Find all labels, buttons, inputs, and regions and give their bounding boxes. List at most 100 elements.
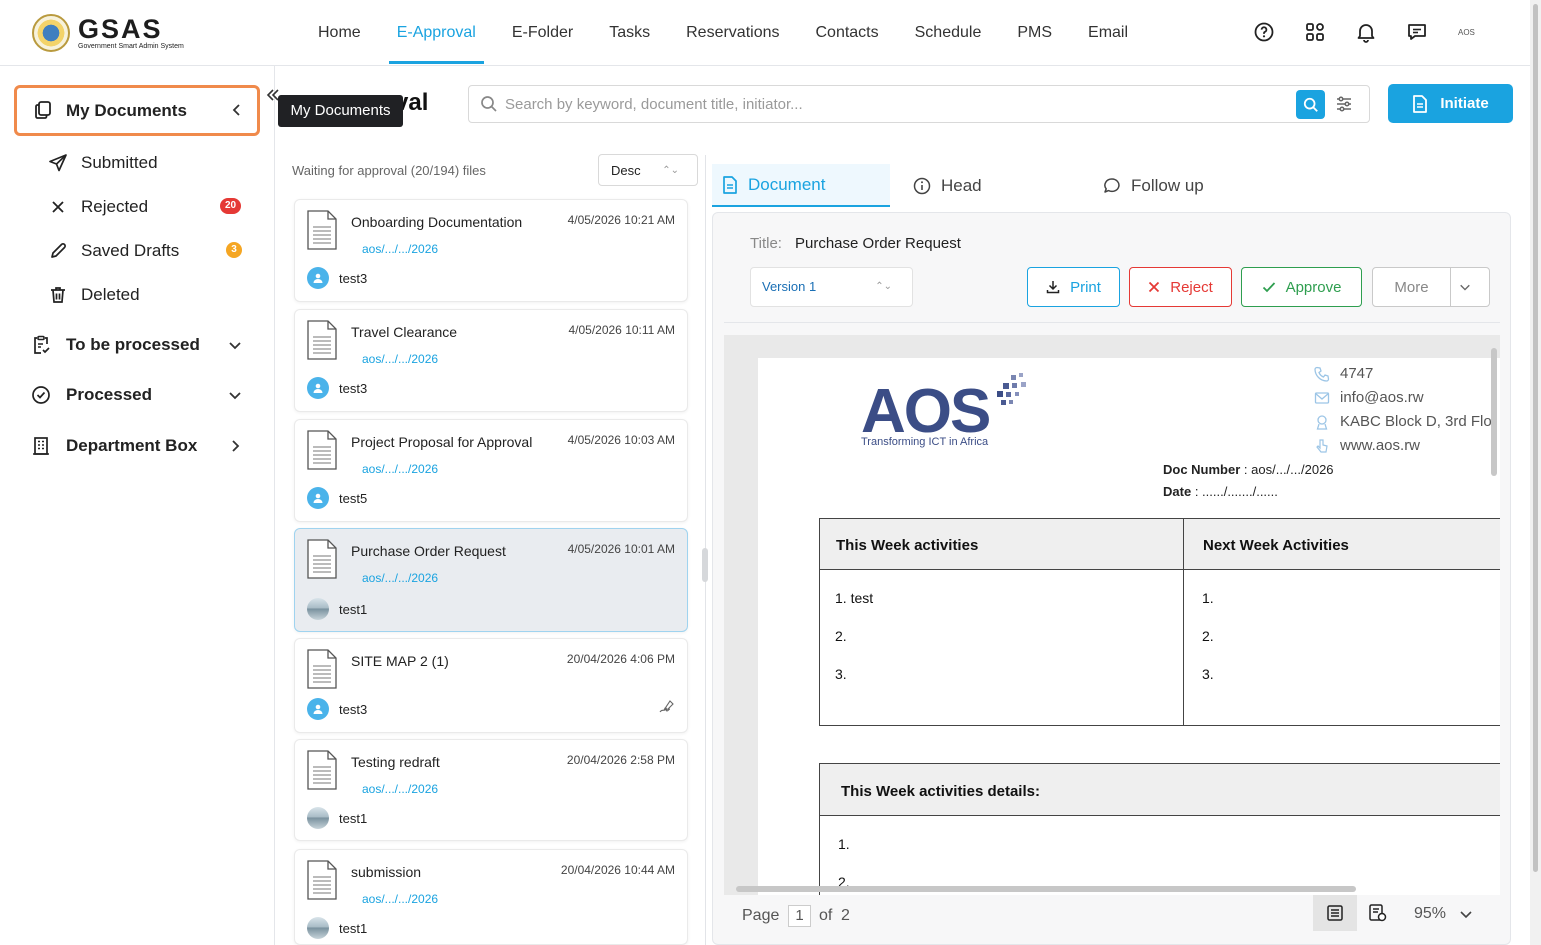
viewer-vertical-scrollbar[interactable] bbox=[1491, 338, 1499, 886]
building-icon bbox=[31, 436, 51, 456]
chevron-left-icon bbox=[230, 103, 244, 117]
approve-button[interactable]: Approve bbox=[1241, 267, 1362, 307]
signature-icon bbox=[659, 700, 675, 714]
page-number-input[interactable]: 1 bbox=[788, 905, 811, 927]
filter-settings-icon[interactable] bbox=[1335, 95, 1353, 113]
apps-grid-icon[interactable] bbox=[1301, 18, 1329, 46]
top-bar: GSAS Government Smart Admin System Home … bbox=[0, 0, 1530, 66]
search-button[interactable] bbox=[1296, 90, 1325, 119]
comment-icon bbox=[1103, 177, 1131, 195]
nav-email[interactable]: Email bbox=[1070, 0, 1146, 66]
company-name: AOS bbox=[861, 377, 991, 446]
item-initiator: test1 bbox=[307, 598, 367, 620]
version-select[interactable]: Version 1 ⌃⌄ bbox=[750, 267, 913, 307]
gsas-logo[interactable]: GSAS Government Smart Admin System bbox=[32, 14, 184, 52]
sidebar-item-my-documents[interactable]: My Documents bbox=[14, 85, 260, 136]
file-icon bbox=[306, 860, 338, 900]
website-text: www.aos.rw bbox=[1340, 437, 1421, 454]
file-icon bbox=[306, 320, 338, 360]
sidebar: My Documents Submitted Rejected 20 Saved… bbox=[0, 66, 275, 945]
pointer-icon bbox=[1316, 438, 1328, 453]
zoom-chevron-down-icon[interactable] bbox=[1459, 907, 1473, 921]
tooltip: My Documents bbox=[278, 95, 403, 127]
table-header: This Week activities details: bbox=[819, 763, 1500, 816]
item-date: 4/05/2026 10:21 AM bbox=[567, 213, 675, 227]
tab-document[interactable]: Document bbox=[712, 164, 890, 207]
viewer-horizontal-scrollbar[interactable] bbox=[736, 886, 1356, 892]
page-scrollbar[interactable] bbox=[1530, 0, 1541, 945]
more-button[interactable]: More bbox=[1372, 267, 1451, 307]
doc-date-label: Date bbox=[1163, 484, 1192, 499]
logo-dots-icon bbox=[997, 373, 1026, 405]
doc-date: Date : ....../......./...... bbox=[1163, 484, 1278, 499]
next-week-cell: 1. 2. 3. bbox=[1183, 569, 1500, 726]
sidebar-item-label: My Documents bbox=[66, 101, 187, 120]
profile-avatar[interactable]: AOS bbox=[1458, 28, 1475, 37]
help-icon[interactable] bbox=[1250, 18, 1278, 46]
more-dropdown-button[interactable] bbox=[1450, 267, 1490, 307]
tab-head[interactable]: Head bbox=[913, 164, 982, 207]
clipboard-pending-icon bbox=[31, 335, 51, 355]
sidebar-item-to-be-processed[interactable]: To be processed bbox=[31, 331, 261, 359]
table-header: This Week activities bbox=[819, 518, 1184, 570]
sidebar-item-saved-drafts[interactable]: Saved Drafts 3 bbox=[48, 237, 258, 265]
document-icon bbox=[722, 175, 748, 194]
sidebar-item-department-box[interactable]: Department Box bbox=[31, 432, 261, 460]
sidebar-item-deleted[interactable]: Deleted bbox=[48, 281, 258, 309]
nav-contacts[interactable]: Contacts bbox=[797, 0, 896, 66]
nav-home[interactable]: Home bbox=[300, 0, 379, 66]
sidebar-item-submitted[interactable]: Submitted bbox=[48, 149, 258, 177]
tab-follow-up[interactable]: Follow up bbox=[1103, 164, 1204, 207]
contact-phone: 4747 bbox=[1314, 365, 1373, 382]
chevron-down-icon bbox=[228, 388, 242, 402]
info-icon bbox=[913, 177, 941, 195]
nav-reservations[interactable]: Reservations bbox=[668, 0, 797, 66]
list-item[interactable]: Testing redraft 20/04/2026 2:58 PM aos/...… bbox=[294, 739, 688, 841]
item-title: submission bbox=[351, 864, 422, 880]
single-page-view-icon[interactable] bbox=[1313, 895, 1357, 931]
list-item[interactable]: Purchase Order Request 4/05/2026 10:01 AM… bbox=[294, 528, 688, 632]
nav-e-approval[interactable]: E-Approval bbox=[379, 0, 494, 66]
nav-pms[interactable]: PMS bbox=[999, 0, 1070, 66]
rwanda-seal-icon bbox=[32, 14, 70, 52]
item-date: 4/05/2026 10:03 AM bbox=[567, 433, 675, 447]
item-title: SITE MAP 2 (1) bbox=[351, 653, 449, 669]
list-item[interactable]: Travel Clearance 4/05/2026 10:11 AM aos/..… bbox=[294, 309, 688, 412]
document-viewer[interactable]: AOS Transforming ICT in Africa 4747 info… bbox=[724, 335, 1500, 895]
chevron-down-icon bbox=[228, 338, 242, 352]
approve-label: Approve bbox=[1285, 278, 1342, 296]
document-settings-icon[interactable] bbox=[1368, 903, 1388, 923]
list-item[interactable]: SITE MAP 2 (1) 20/04/2026 4:06 PM test3 bbox=[294, 638, 688, 733]
address-text: KABC Block D, 3rd Flo bbox=[1340, 413, 1492, 430]
sort-select[interactable]: Desc ⌃⌄ bbox=[598, 154, 698, 186]
list-item: 2. bbox=[1202, 628, 1214, 644]
nav-schedule[interactable]: Schedule bbox=[897, 0, 1000, 66]
chat-icon[interactable] bbox=[1403, 18, 1431, 46]
detail-tabs: Document Head Follow up bbox=[712, 164, 1510, 208]
print-button[interactable]: Print bbox=[1027, 267, 1120, 307]
item-title: Onboarding Documentation bbox=[351, 214, 523, 230]
document-icon bbox=[1412, 94, 1428, 113]
sidebar-item-processed[interactable]: Processed bbox=[31, 381, 261, 409]
bell-icon[interactable] bbox=[1352, 18, 1380, 46]
contact-website: www.aos.rw bbox=[1314, 437, 1420, 454]
nav-tasks[interactable]: Tasks bbox=[591, 0, 668, 66]
search-input[interactable] bbox=[505, 86, 1285, 122]
chevron-down-icon bbox=[1459, 281, 1481, 293]
email-text: info@aos.rw bbox=[1340, 389, 1424, 406]
nav-e-folder[interactable]: E-Folder bbox=[494, 0, 591, 66]
initiate-button[interactable]: Initiate bbox=[1388, 84, 1513, 123]
item-initiator: test3 bbox=[307, 698, 367, 720]
resize-handle[interactable] bbox=[702, 548, 708, 582]
list-item: 1. bbox=[838, 836, 850, 852]
zoom-level[interactable]: 95% bbox=[1414, 905, 1446, 923]
reject-button[interactable]: Reject bbox=[1129, 267, 1232, 307]
initiator-name: test3 bbox=[339, 701, 368, 717]
sidebar-item-rejected[interactable]: Rejected 20 bbox=[48, 193, 258, 221]
sidebar-item-label: Department Box bbox=[66, 436, 198, 455]
list-item[interactable]: Onboarding Documentation 4/05/2026 10:21 … bbox=[294, 199, 688, 302]
list-item[interactable]: Project Proposal for Approval 4/05/2026 1… bbox=[294, 419, 688, 522]
sort-caret-icon: ⌃⌄ bbox=[662, 165, 679, 176]
list-item[interactable]: submission 20/04/2026 10:44 AM aos/.../...… bbox=[294, 849, 688, 945]
avatar bbox=[307, 377, 329, 399]
